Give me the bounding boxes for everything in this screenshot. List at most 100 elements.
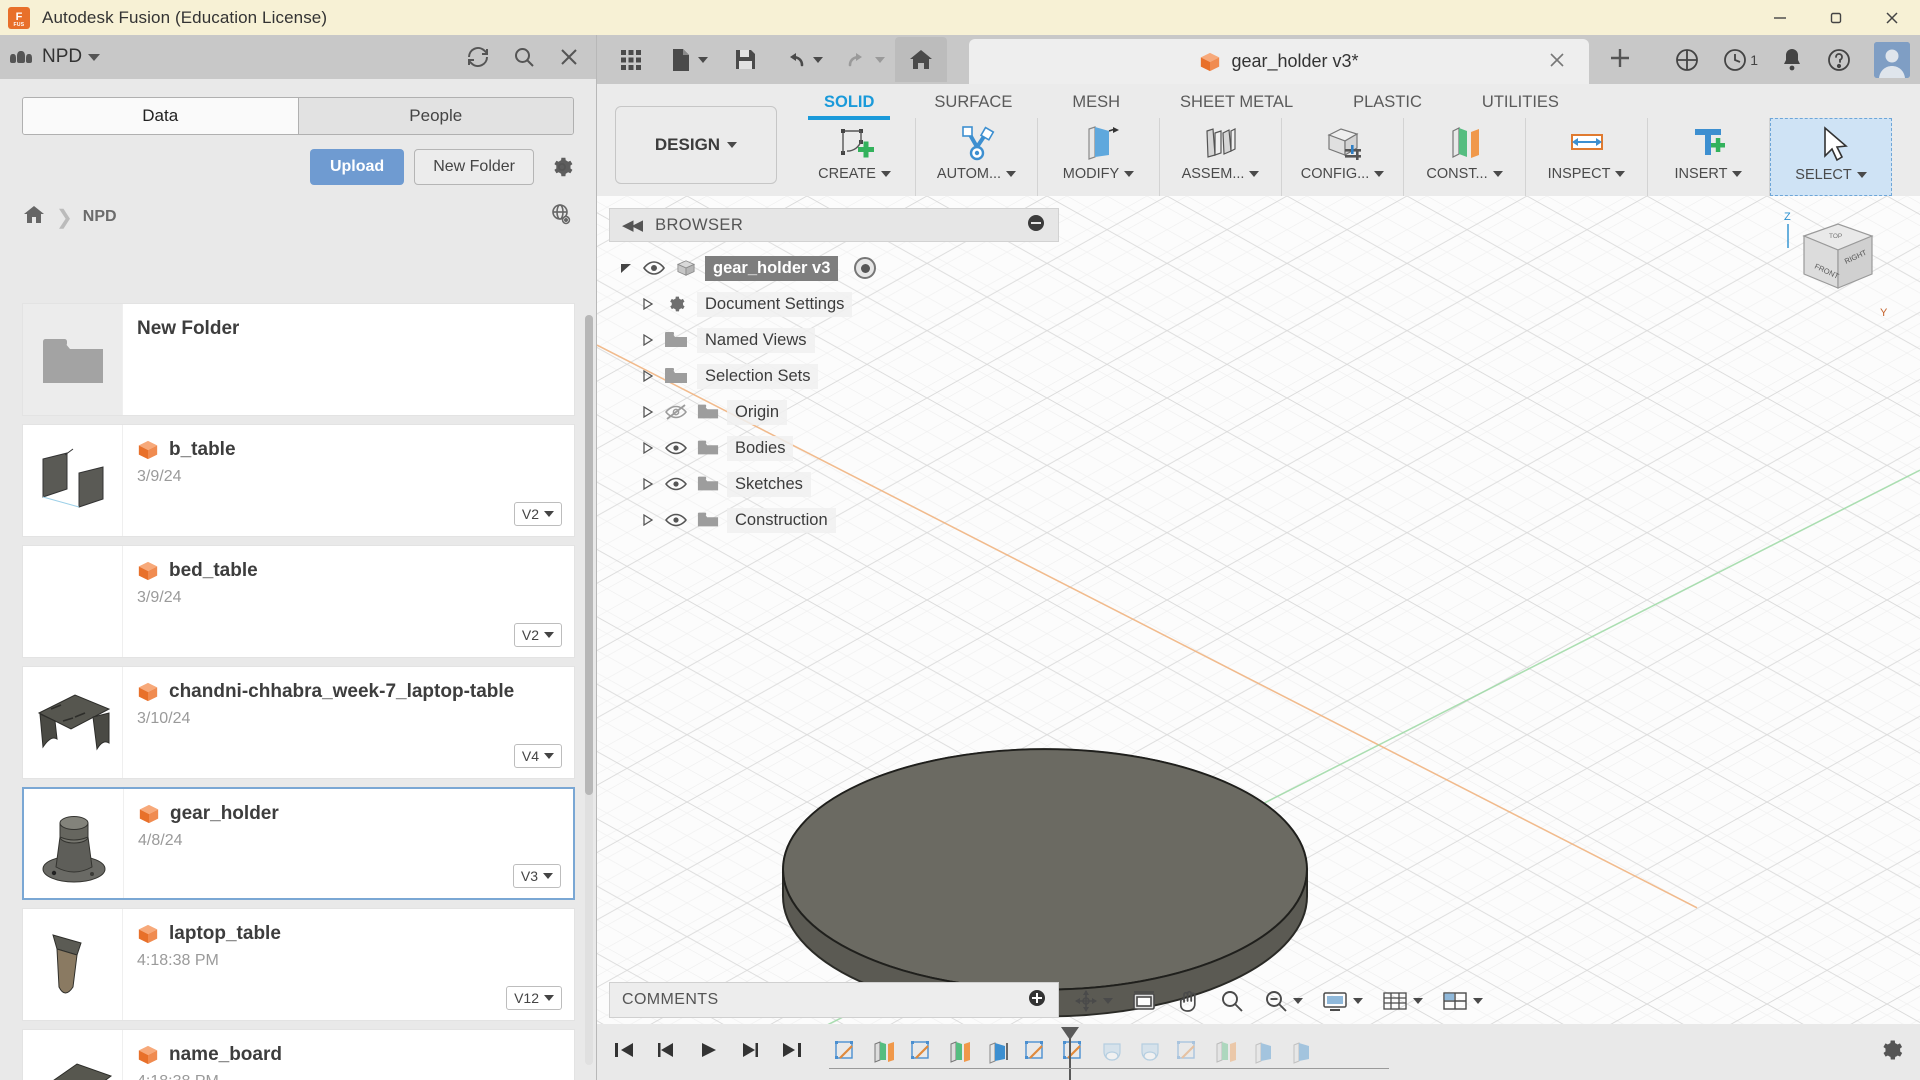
tab-people[interactable]: People (298, 98, 573, 134)
ribbon-group-assemble[interactable]: ASSEM... (1160, 118, 1282, 196)
list-item[interactable]: b_table 3/9/24 V2 (22, 424, 575, 537)
workspace-selector-button[interactable]: DESIGN (615, 106, 777, 184)
sketch-feature-icon[interactable] (1019, 1035, 1053, 1069)
press-pull-feature-icon[interactable] (981, 1035, 1015, 1069)
expand-collapse-arrow-icon[interactable] (641, 441, 655, 455)
play-icon[interactable] (697, 1040, 719, 1065)
minimize-icon[interactable] (1752, 0, 1808, 35)
list-item[interactable]: New Folder (22, 303, 575, 416)
ribbon-group-automate[interactable]: AUTOM... (916, 118, 1038, 196)
sketch-feature-icon[interactable] (905, 1035, 939, 1069)
sketch-feature-icon[interactable] (829, 1035, 863, 1069)
list-item-selected[interactable]: gear_holder 4/8/24 V3 (22, 787, 575, 900)
pan-hand-icon[interactable] (1169, 982, 1207, 1020)
expand-collapse-arrow-icon[interactable] (619, 261, 633, 275)
notifications-icon[interactable] (1780, 47, 1804, 73)
document-tab[interactable]: gear_holder v3* (969, 39, 1589, 84)
tab-data[interactable]: Data (23, 98, 299, 134)
ribbon-group-create[interactable]: CREATE (794, 118, 916, 196)
visibility-eye-hidden-icon[interactable] (663, 403, 689, 421)
version-badge[interactable]: V12 (506, 986, 562, 1010)
ribbon-group-insert[interactable]: INSERT (1648, 118, 1770, 196)
ribbon-group-configure[interactable]: CONFIG... (1282, 118, 1404, 196)
ribbon-group-inspect[interactable]: INSPECT (1526, 118, 1648, 196)
ribbon-group-modify[interactable]: MODIFY (1038, 118, 1160, 196)
save-icon[interactable] (719, 37, 771, 82)
add-comment-icon[interactable] (1028, 989, 1046, 1012)
step-back-icon[interactable] (655, 1040, 677, 1065)
viewports-icon[interactable] (1435, 982, 1489, 1020)
collapse-icon[interactable]: ◀◀ (622, 216, 643, 234)
help-icon[interactable] (1826, 47, 1852, 73)
list-item[interactable]: bed_table 3/9/24 V2 (22, 545, 575, 658)
sketch-feature-icon[interactable] (1057, 1035, 1091, 1069)
tree-item-selection-sets[interactable]: Selection Sets (609, 358, 1059, 394)
home-icon[interactable] (895, 37, 947, 82)
list-item[interactable]: laptop_table 4:18:38 PM V12 (22, 908, 575, 1021)
redo-icon[interactable] (833, 37, 895, 82)
grid-snaps-icon[interactable] (1375, 982, 1429, 1020)
fit-view-icon[interactable] (1125, 982, 1163, 1020)
version-badge[interactable]: V4 (513, 744, 562, 768)
component-activate-radio[interactable] (854, 257, 877, 279)
file-list[interactable]: New Folder b_table 3/9/24 V2 bed_table 3… (0, 303, 597, 1080)
visibility-eye-icon[interactable] (663, 439, 689, 457)
version-badge[interactable]: V2 (513, 502, 562, 526)
close-panel-icon[interactable] (558, 46, 580, 68)
go-to-end-icon[interactable] (781, 1040, 803, 1065)
revolve-feature-icon[interactable] (1095, 1035, 1129, 1069)
3d-viewport[interactable]: ◀◀ BROWSER gear_holder v3 Document Setti… (597, 196, 1920, 1080)
tree-item-document-settings[interactable]: Document Settings (609, 286, 1059, 322)
account-avatar[interactable] (1874, 41, 1910, 78)
timeline-settings-icon[interactable] (1878, 1037, 1904, 1068)
visibility-eye-icon[interactable] (641, 260, 667, 276)
tab-plastic[interactable]: PLASTIC (1323, 89, 1452, 116)
hub-name[interactable]: NPD (42, 46, 82, 68)
ribbon-group-construct[interactable]: CONST... (1404, 118, 1526, 196)
expand-collapse-arrow-icon[interactable] (641, 513, 655, 527)
breadcrumb-current[interactable]: NPD (83, 208, 117, 226)
undo-icon[interactable] (771, 37, 833, 82)
zoom-window-icon[interactable] (1257, 982, 1309, 1020)
list-item[interactable]: name_board 4:18:38 PM (22, 1029, 575, 1080)
ribbon-group-select[interactable]: SELECT (1770, 118, 1892, 196)
maximize-icon[interactable] (1808, 0, 1864, 35)
tree-item-named-views[interactable]: Named Views (609, 322, 1059, 358)
press-pull-feature-icon[interactable] (1247, 1035, 1281, 1069)
minimize-panel-icon[interactable] (1026, 213, 1046, 238)
display-settings-icon[interactable] (1315, 982, 1369, 1020)
revolve-feature-icon[interactable] (1133, 1035, 1167, 1069)
tree-item-bodies[interactable]: Bodies (609, 430, 1059, 466)
close-icon[interactable] (1864, 0, 1920, 35)
expand-collapse-arrow-icon[interactable] (641, 477, 655, 491)
extrude-feature-icon[interactable] (1209, 1035, 1243, 1069)
data-panel-settings-gear-icon[interactable] (550, 155, 574, 179)
tree-item-gear-holder[interactable]: gear_holder v3 (609, 250, 1059, 286)
timeline-track[interactable] (829, 1068, 1389, 1076)
visibility-eye-icon[interactable] (663, 475, 689, 493)
home-icon[interactable] (22, 203, 46, 232)
extrude-feature-icon[interactable] (943, 1035, 977, 1069)
extrude-feature-icon[interactable] (867, 1035, 901, 1069)
tab-mesh[interactable]: MESH (1042, 89, 1150, 116)
comments-bar[interactable]: COMMENTS (609, 982, 1059, 1018)
list-item[interactable]: chandni-chhabra_week-7_laptop-table 3/10… (22, 666, 575, 779)
close-icon[interactable] (1547, 50, 1567, 74)
job-status-icon[interactable]: 1 (1722, 47, 1758, 73)
tab-sheet-metal[interactable]: SHEET METAL (1150, 89, 1323, 116)
tab-utilities[interactable]: UTILITIES (1452, 89, 1589, 116)
chevron-down-icon[interactable] (88, 53, 101, 61)
orbit-icon[interactable] (1067, 982, 1119, 1020)
search-icon[interactable] (512, 45, 536, 69)
upload-button[interactable]: Upload (309, 149, 405, 185)
extensions-icon[interactable] (1674, 47, 1700, 73)
tree-item-sketches[interactable]: Sketches (609, 466, 1059, 502)
press-pull-feature-icon[interactable] (1285, 1035, 1319, 1069)
data-panel-scrollbar[interactable] (585, 315, 593, 1065)
tree-item-construction[interactable]: Construction (609, 502, 1059, 538)
tab-surface[interactable]: SURFACE (904, 89, 1042, 116)
tab-solid[interactable]: SOLID (794, 89, 904, 120)
go-to-beginning-icon[interactable] (613, 1040, 635, 1065)
new-folder-button[interactable]: New Folder (414, 149, 534, 185)
expand-collapse-arrow-icon[interactable] (641, 333, 655, 347)
